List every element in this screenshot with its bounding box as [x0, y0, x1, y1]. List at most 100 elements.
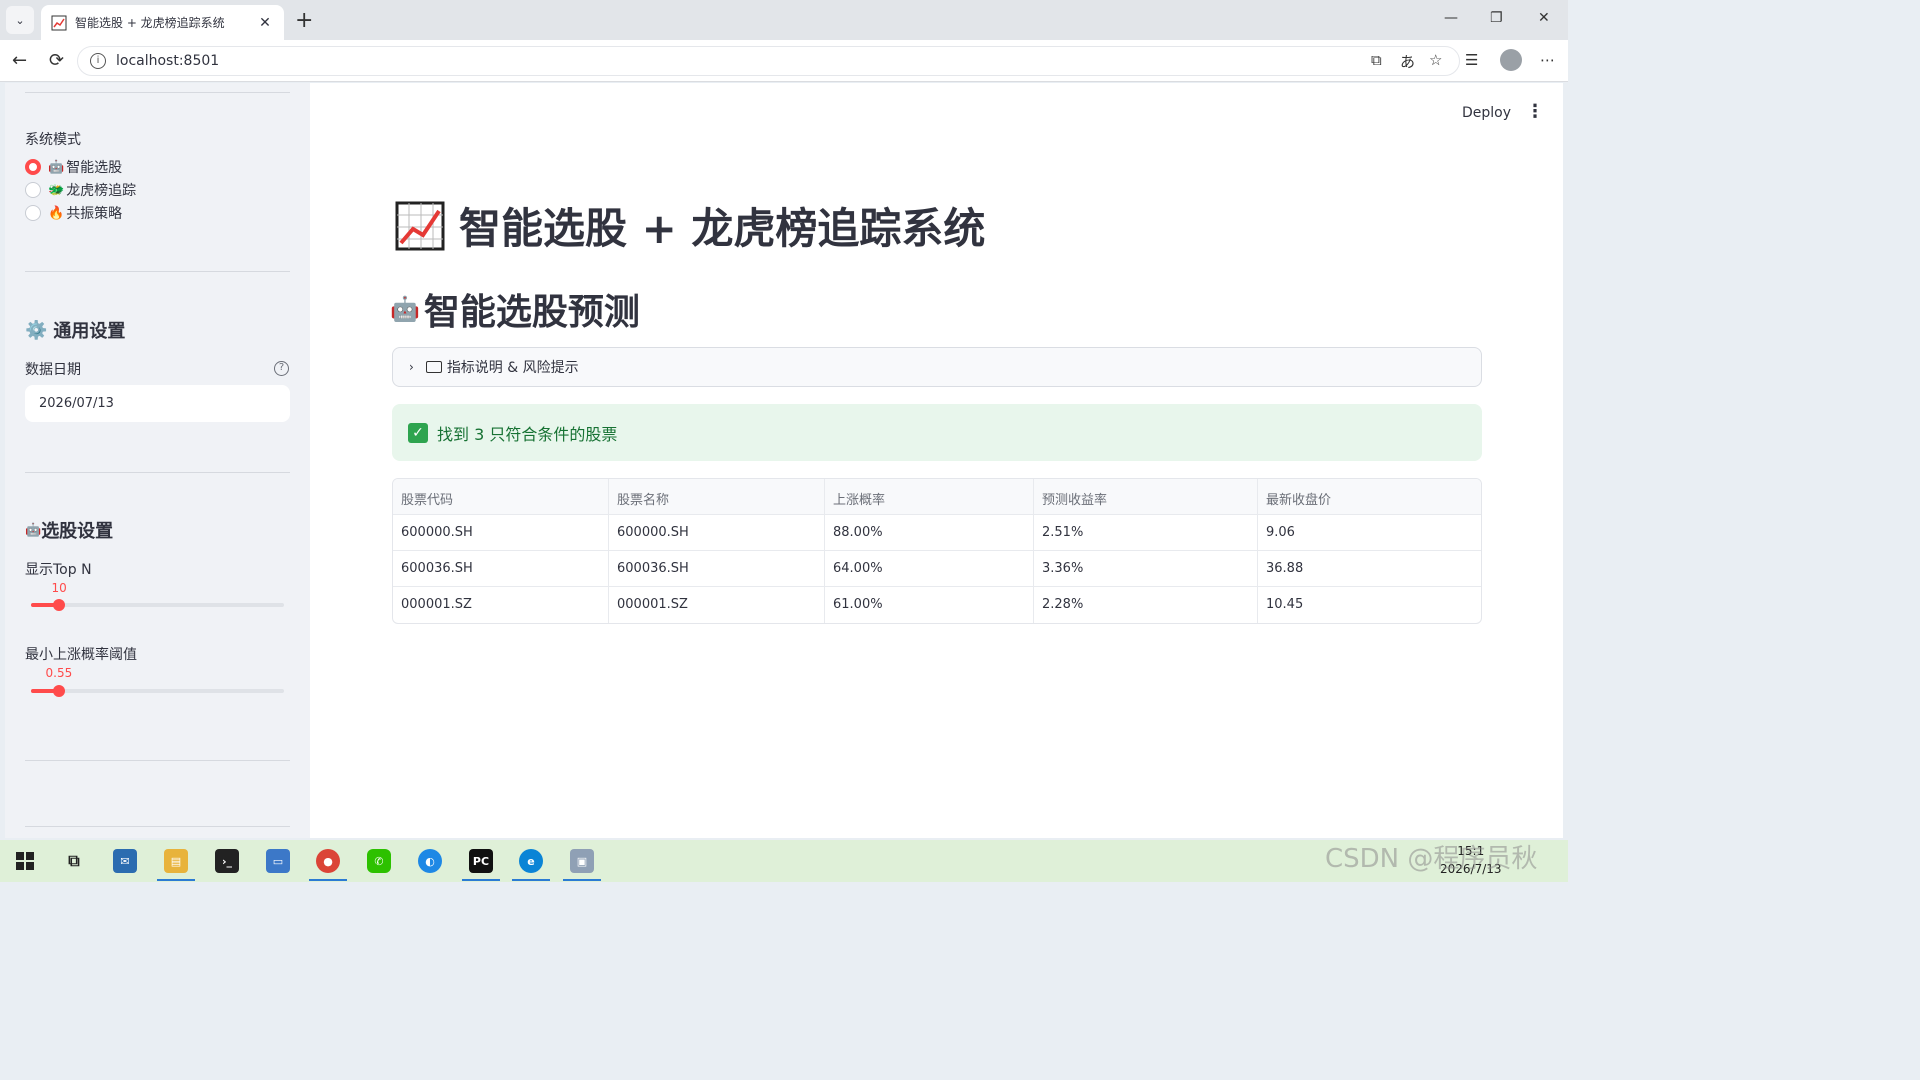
- remote-desktop-icon[interactable]: ▣: [570, 849, 594, 873]
- robot-icon: 🤖: [390, 295, 420, 323]
- radio-resonance[interactable]: 🔥 共振策略: [25, 203, 122, 223]
- favorites-list-icon[interactable]: ☰: [1465, 51, 1478, 69]
- section-title: 🤖 智能选股预测: [390, 292, 640, 333]
- new-tab-button[interactable]: +: [295, 8, 313, 33]
- table-row[interactable]: 000001.SZ 000001.SZ 61.00% 2.28% 10.45: [393, 587, 1481, 623]
- profile-avatar[interactable]: [1500, 49, 1522, 71]
- radio-dragon-tiger[interactable]: 🐲 龙虎榜追踪: [25, 180, 136, 200]
- table-cell: 3.36%: [1034, 551, 1258, 586]
- slider-thumb[interactable]: [53, 599, 65, 611]
- gear-icon: ⚙️: [25, 319, 48, 341]
- table-cell: 2.51%: [1034, 515, 1258, 550]
- prob-slider-value: 0.55: [45, 666, 73, 680]
- windows-start-icon[interactable]: [13, 849, 37, 873]
- table-header-row: 股票代码 股票名称 上涨概率 预测收益率 最新收盘价: [393, 479, 1481, 515]
- stock-settings-heading: 🤖 选股设置: [25, 521, 114, 542]
- help-icon[interactable]: ?: [274, 361, 289, 376]
- column-header[interactable]: 最新收盘价: [1258, 479, 1481, 514]
- stock-table[interactable]: 股票代码 股票名称 上涨概率 预测收益率 最新收盘价 600000.SH 600…: [392, 478, 1482, 624]
- expander-label: 指标说明 & 风险提示: [446, 360, 579, 376]
- table-cell: 61.00%: [825, 587, 1034, 623]
- table-cell: 2.28%: [1034, 587, 1258, 623]
- date-input[interactable]: 2026/07/13: [25, 385, 290, 422]
- column-header[interactable]: 股票名称: [609, 479, 825, 514]
- tab-list-button[interactable]: ⌄: [6, 6, 34, 34]
- dragon-icon: 🐲: [48, 182, 65, 198]
- date-label: 数据日期: [25, 362, 81, 378]
- robot-icon: 🤖: [48, 159, 65, 175]
- radio-selected-icon: [25, 159, 41, 175]
- main-menu-icon[interactable]: ⋮: [1526, 101, 1544, 122]
- file-explorer-icon[interactable]: ▤: [164, 849, 188, 873]
- terminal-icon[interactable]: ›_: [215, 849, 239, 873]
- window-app-icon[interactable]: ▭: [266, 849, 290, 873]
- active-indicator: [157, 879, 195, 881]
- prob-slider[interactable]: [31, 685, 284, 697]
- active-indicator: [309, 879, 347, 881]
- divider: [25, 92, 290, 93]
- indicator-expander[interactable]: › 指标说明 & 风险提示: [392, 347, 1482, 387]
- chevron-right-icon: ›: [409, 360, 414, 374]
- table-cell: 600000.SH: [609, 515, 825, 550]
- table-cell: 88.00%: [825, 515, 1034, 550]
- reload-button[interactable]: ⟳: [49, 50, 64, 71]
- site-info-icon[interactable]: i: [90, 53, 106, 69]
- table-cell: 36.88: [1266, 561, 1304, 576]
- mail-icon[interactable]: ✉: [113, 849, 137, 873]
- slider-thumb[interactable]: [53, 685, 65, 697]
- radio-unselected-icon: [25, 205, 41, 221]
- chrome-icon[interactable]: ●: [316, 849, 340, 873]
- column-header[interactable]: 预测收益率: [1034, 479, 1258, 514]
- radio-smart-stock[interactable]: 🤖 智能选股: [25, 157, 122, 177]
- wechat-icon[interactable]: ✆: [367, 849, 391, 873]
- table-cell: 600036.SH: [393, 551, 609, 586]
- browser-menu-icon[interactable]: ⋯: [1540, 51, 1555, 69]
- column-header[interactable]: 上涨概率: [825, 479, 1034, 514]
- divider: [25, 760, 290, 761]
- favorite-star-icon[interactable]: ☆: [1429, 51, 1442, 69]
- pycharm-icon[interactable]: PC: [469, 849, 493, 873]
- table-cell: 000001.SZ: [393, 587, 609, 623]
- translate-icon[interactable]: あ: [1400, 51, 1415, 72]
- tab-title: 智能选股 + 龙虎榜追踪系统: [75, 16, 225, 30]
- column-header[interactable]: 股票代码: [393, 479, 609, 514]
- sidebar: 系统模式 🤖 智能选股 🐲 龙虎榜追踪 🔥 共振策略 ⚙️ 通用设置 数据日期 …: [5, 83, 310, 838]
- table-cell: 9.06: [1266, 525, 1295, 540]
- book-icon: [425, 361, 442, 373]
- check-mark-icon: ✓: [408, 422, 428, 443]
- chat-app-icon[interactable]: ◐: [418, 849, 442, 873]
- tab-close-icon[interactable]: ✕: [256, 15, 274, 31]
- table-cell: 64.00%: [825, 551, 1034, 586]
- back-button[interactable]: ←: [12, 50, 27, 71]
- topn-label: 显示Top N: [25, 562, 92, 578]
- divider: [25, 826, 290, 827]
- fire-icon: 🔥: [48, 205, 65, 221]
- url-text: localhost:8501: [116, 53, 220, 69]
- table-cell: 600036.SH: [609, 551, 825, 586]
- radio-label: 智能选股: [66, 160, 123, 176]
- topn-slider-value: 10: [51, 581, 67, 595]
- radio-label: 龙虎榜追踪: [66, 183, 137, 199]
- success-alert: ✓ 找到 3 只符合条件的股票: [392, 404, 1482, 461]
- table-row[interactable]: 600000.SH 600000.SH 88.00% 2.51% 9.06: [393, 515, 1481, 551]
- table-row[interactable]: 600036.SH 600036.SH 64.00% 3.36% 36.88: [393, 551, 1481, 587]
- close-window-button[interactable]: ✕: [1538, 10, 1550, 26]
- maximize-button[interactable]: ❐: [1490, 10, 1503, 26]
- robot-icon: 🤖: [25, 522, 42, 538]
- deploy-button[interactable]: Deploy: [1462, 105, 1511, 121]
- divider: [25, 271, 290, 272]
- task-view-icon[interactable]: ⧉: [62, 849, 86, 873]
- browser-tab-active[interactable]: 智能选股 + 龙虎榜追踪系统 ✕: [41, 5, 284, 40]
- main-content: Deploy ⋮ 智能选股 + 龙虎榜追踪系统 🤖 智能选股预测 › 指标说明 …: [310, 83, 1563, 838]
- read-aloud-icon[interactable]: ⧉: [1371, 51, 1382, 69]
- page-title: 智能选股 + 龙虎榜追踪系统: [395, 195, 985, 256]
- edge-icon[interactable]: e: [519, 849, 543, 873]
- minimize-button[interactable]: —: [1444, 10, 1458, 26]
- table-cell: 000001.SZ: [609, 587, 825, 623]
- topn-slider[interactable]: [31, 599, 284, 611]
- general-settings-heading: ⚙️ 通用设置: [25, 319, 126, 343]
- chart-increasing-icon: [51, 15, 67, 30]
- url-field[interactable]: i localhost:8501: [77, 46, 1460, 76]
- chart-increasing-icon: [395, 201, 445, 250]
- success-message: 找到 3 只符合条件的股票: [437, 424, 618, 444]
